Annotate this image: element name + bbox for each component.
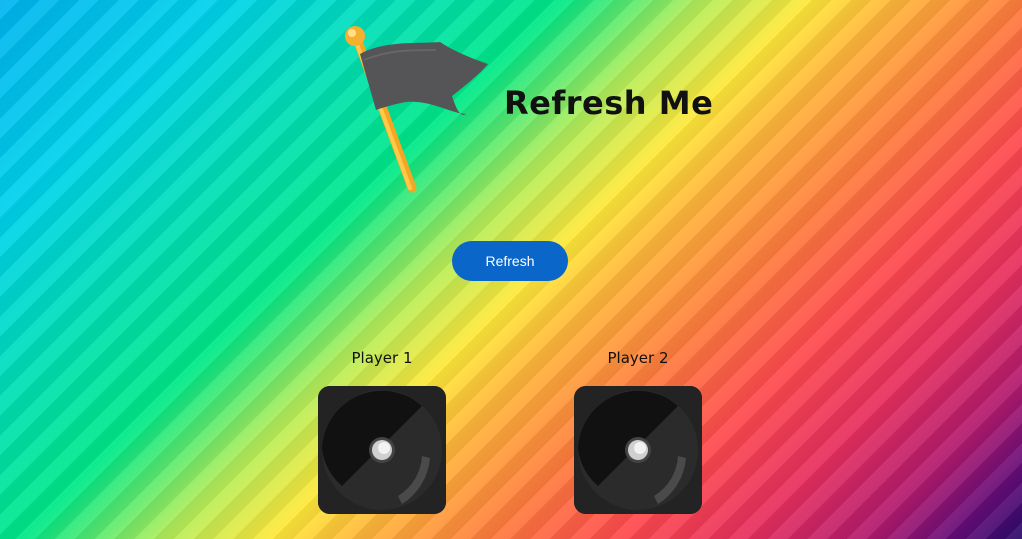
flag-icon [340,20,500,195]
refresh-button[interactable]: Refresh [452,241,568,281]
player-1-die-icon [318,386,446,514]
page-title: Refresh Me [504,84,714,122]
player-2-die-icon [574,386,702,514]
player-1-label: Player 1 [351,349,413,367]
player-2-label: Player 2 [607,349,669,367]
